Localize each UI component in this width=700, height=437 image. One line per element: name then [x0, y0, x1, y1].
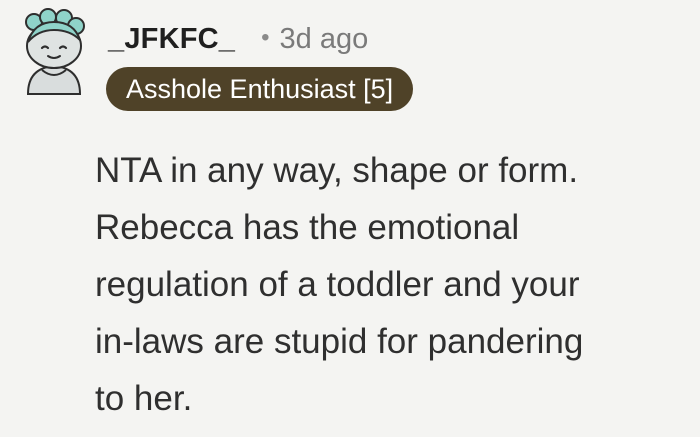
timestamp[interactable]: 3d ago	[280, 23, 369, 56]
username-link[interactable]: _JFKFC_	[108, 23, 235, 56]
comment-body-line: NTA in any way, shape or form.	[95, 151, 579, 190]
separator-dot: •	[261, 24, 270, 51]
comment-body-line: Rebecca has the emotional	[95, 208, 520, 247]
comment-body: NTA in any way, shape or form. Rebecca h…	[95, 142, 695, 427]
snoo-avatar-icon[interactable]	[14, 8, 96, 96]
comment-body-line: in-laws are stupid for pandering	[95, 322, 584, 361]
comment: _JFKFC_ • 3d ago Asshole Enthusiast [5] …	[0, 0, 700, 437]
comment-body-line: regulation of a toddler and your	[95, 265, 580, 304]
comment-body-line: to her.	[95, 379, 193, 418]
user-flair: Asshole Enthusiast [5]	[106, 67, 414, 111]
comment-header: _JFKFC_ • 3d ago	[108, 14, 368, 64]
